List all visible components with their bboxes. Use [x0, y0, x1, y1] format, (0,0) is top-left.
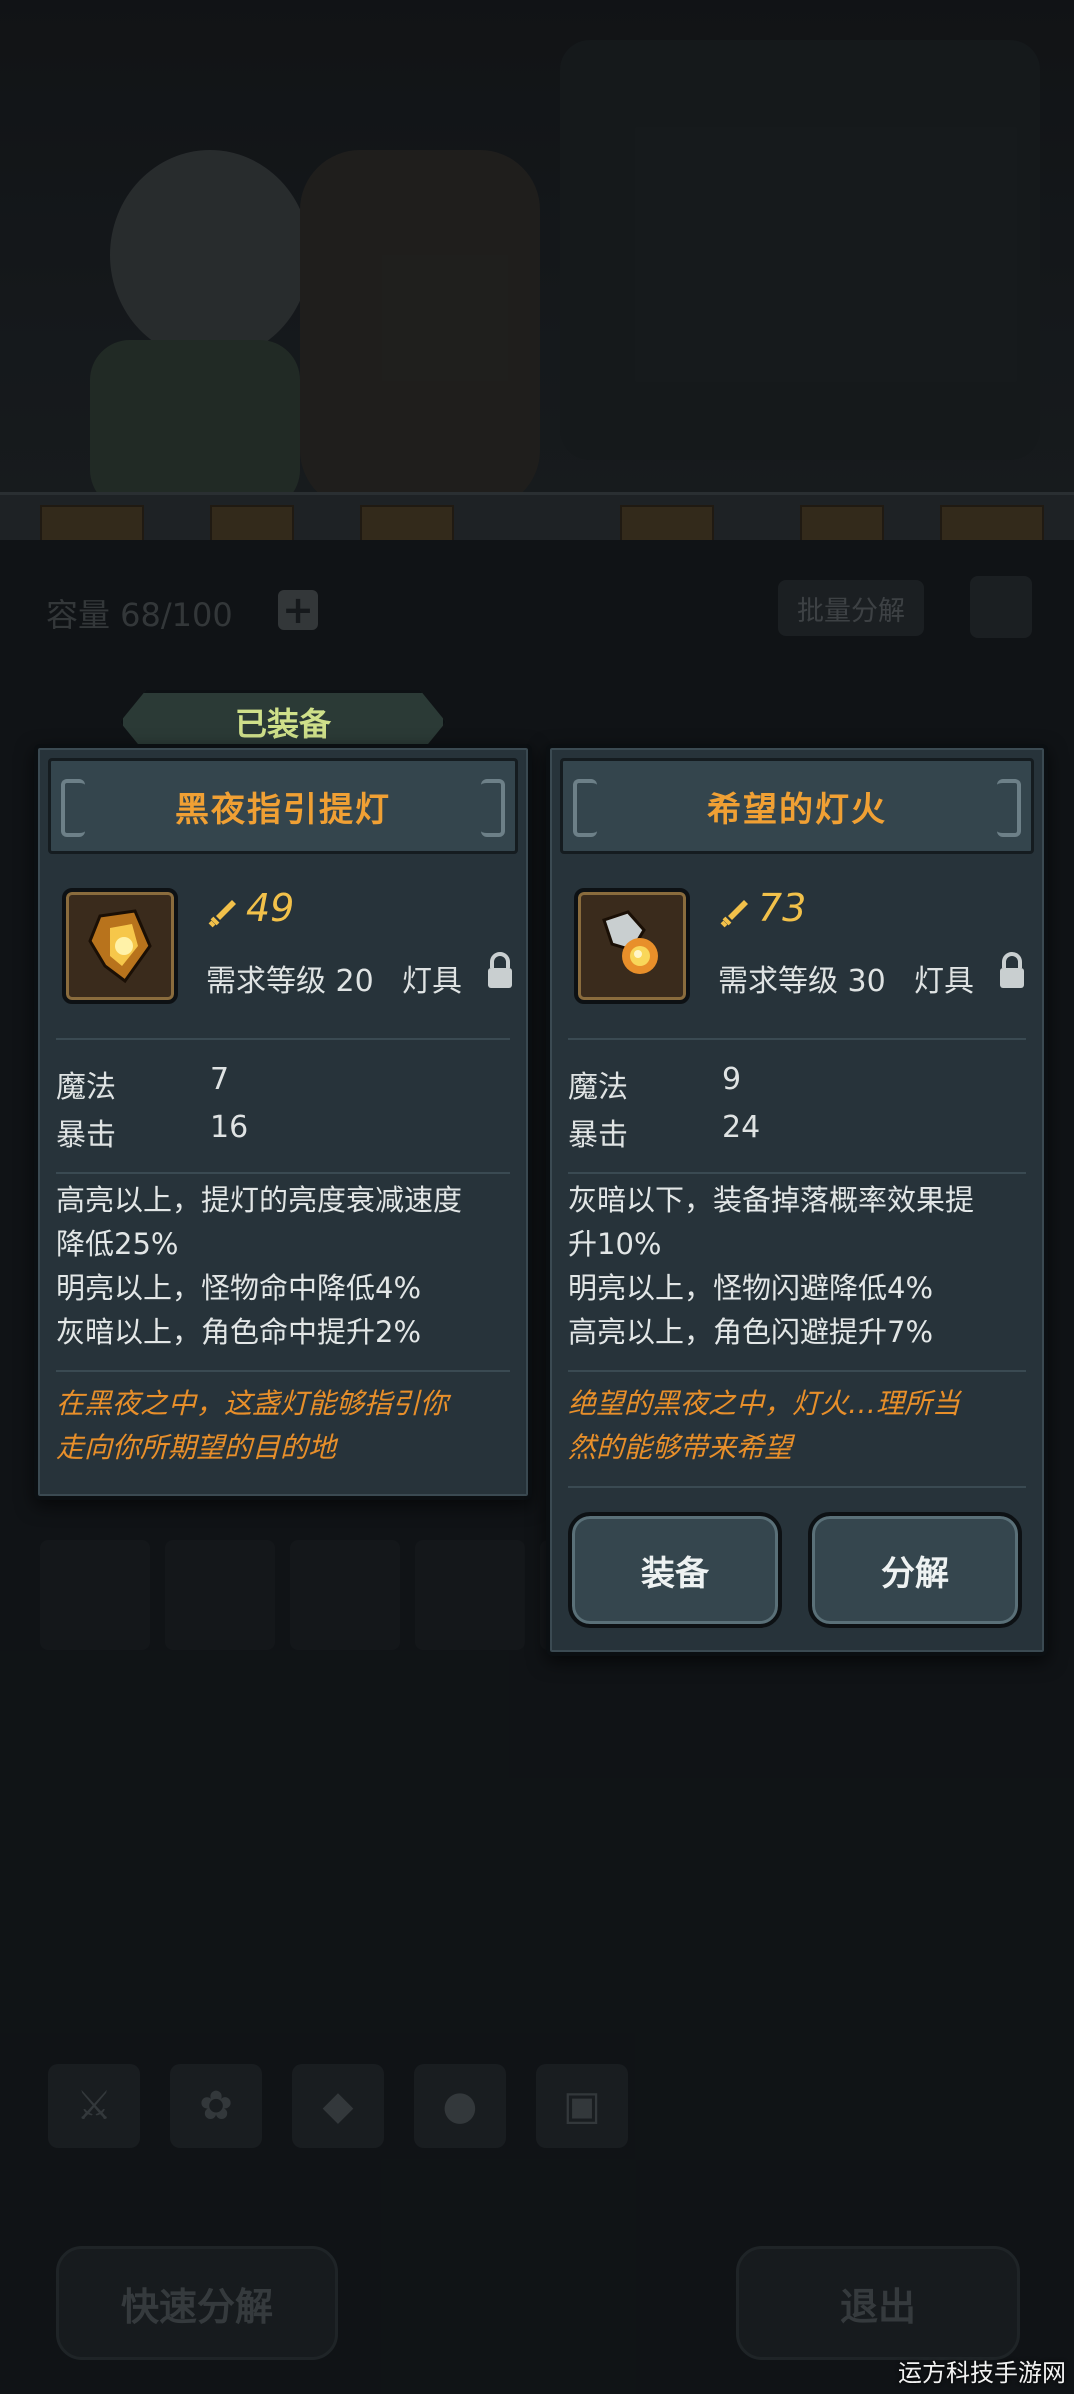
companion-figure: [300, 150, 540, 510]
lock-icon[interactable]: [998, 952, 1026, 990]
stat-name: 魔法: [568, 1070, 628, 1105]
floor-plank: [940, 505, 1044, 540]
divider: [568, 1038, 1026, 1040]
batch-decompose-button[interactable]: 批量分解: [778, 580, 924, 636]
equipped-item-card: 黑夜指引提灯 49 需求等级 20 灯具 魔法 7 暴击 16 高亮以上，提灯的…: [34, 744, 532, 1500]
sort-button[interactable]: [970, 576, 1032, 638]
effect-line: 灰暗以下，装备掉落概率效果提: [568, 1183, 975, 1217]
header-ornament-icon: [61, 779, 85, 837]
equip-button[interactable]: 装备: [568, 1512, 782, 1628]
card-header: 黑夜指引提灯: [48, 758, 518, 854]
effect-line: 明亮以上，怪物闪避降低4%: [568, 1271, 934, 1305]
game-scene-background: [0, 0, 1074, 540]
item-title: 希望的灯火: [707, 789, 887, 830]
stat-value: 16: [210, 1110, 249, 1145]
divider: [568, 1486, 1026, 1488]
floor-plank: [210, 505, 294, 540]
power-sword-icon: [720, 900, 748, 928]
required-level: 需求等级 30: [718, 964, 886, 999]
inventory-slot[interactable]: [415, 1540, 525, 1650]
divider: [56, 1038, 510, 1040]
effect-line: 明亮以上，怪物命中降低4%: [56, 1271, 422, 1305]
header-ornament-icon: [481, 779, 505, 837]
inventory-slot[interactable]: [40, 1540, 150, 1650]
card-header: 希望的灯火: [560, 758, 1034, 854]
inventory-slot[interactable]: [165, 1540, 275, 1650]
stat-value: 7: [210, 1062, 230, 1097]
stat-name: 暴击: [56, 1118, 116, 1153]
stat-name: 暴击: [568, 1118, 628, 1153]
floor: [0, 492, 1074, 540]
floor-plank: [360, 505, 454, 540]
item-power: 49: [246, 886, 295, 930]
header-ornament-icon: [997, 779, 1021, 837]
torch-item-icon: [574, 888, 690, 1004]
item-title: 黑夜指引提灯: [175, 789, 391, 830]
stat-value: 24: [722, 1110, 761, 1145]
floor-plank: [800, 505, 884, 540]
lantern-item-icon: [62, 888, 178, 1004]
floor-plank: [40, 505, 144, 540]
effect-line: 高亮以上，提灯的亮度衰减速度: [56, 1183, 463, 1217]
inventory-slot[interactable]: [290, 1540, 400, 1650]
equipped-banner-label: 已装备: [234, 705, 331, 743]
exit-button[interactable]: 退出: [736, 2246, 1020, 2360]
paw-tab-icon[interactable]: ✿: [170, 2064, 262, 2148]
decompose-button[interactable]: 分解: [808, 1512, 1022, 1628]
effect-line: 灰暗以上，角色命中提升2%: [56, 1315, 422, 1349]
flavor-text-line: 然的能够带来希望: [568, 1431, 793, 1464]
expand-capacity-plus-icon[interactable]: +: [278, 588, 318, 632]
flavor-text-line: 走向你所期望的目的地: [56, 1431, 337, 1464]
divider: [56, 1370, 510, 1372]
capacity-label: 容量 68/100: [46, 596, 233, 634]
weapon-tab-icon[interactable]: ⚔: [48, 2064, 140, 2148]
divider: [568, 1172, 1026, 1174]
selected-item-card: 希望的灯火 73 需求等级 30 灯具 魔法 9 暴击 24 灰暗以下，装备掉落…: [546, 744, 1048, 1656]
item-category: 灯具: [914, 964, 974, 999]
character-head: [110, 150, 310, 360]
material-tab-icon[interactable]: ●: [414, 2064, 506, 2148]
quick-decompose-button[interactable]: 快速分解: [56, 2246, 338, 2360]
chest-tab-icon[interactable]: ▣: [536, 2064, 628, 2148]
character-body: [90, 340, 300, 510]
lock-icon[interactable]: [486, 952, 514, 990]
effect-line: 降低25%: [56, 1227, 179, 1261]
effect-line: 高亮以上，角色闪避提升7%: [568, 1315, 934, 1349]
flavor-text-line: 绝望的黑夜之中，灯火…理所当: [568, 1387, 961, 1420]
effect-line: 升10%: [568, 1227, 662, 1261]
wall-shadow: [560, 40, 1040, 460]
divider: [56, 1172, 510, 1174]
header-ornament-icon: [573, 779, 597, 837]
stat-value: 9: [722, 1062, 742, 1097]
item-category: 灯具: [402, 964, 462, 999]
divider: [568, 1370, 1026, 1372]
power-sword-icon: [208, 900, 236, 928]
floor-plank: [620, 505, 714, 540]
watermark: 运方科技手游网: [898, 2359, 1066, 2387]
stat-name: 魔法: [56, 1070, 116, 1105]
flavor-text-line: 在黑夜之中，这盏灯能够指引你: [56, 1387, 449, 1420]
item-power: 73: [758, 886, 807, 930]
gem-tab-icon[interactable]: ◆: [292, 2064, 384, 2148]
required-level: 需求等级 20: [206, 964, 374, 999]
